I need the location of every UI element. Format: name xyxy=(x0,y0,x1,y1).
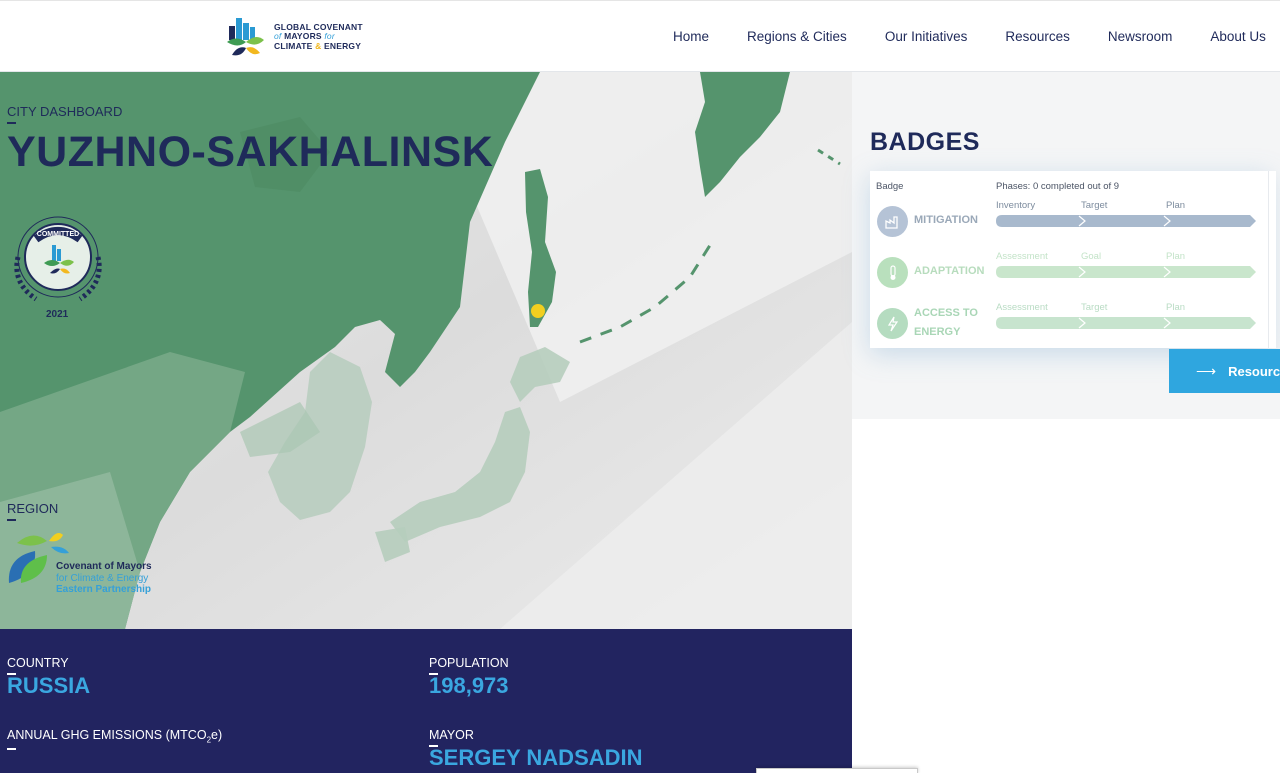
nav-about-us[interactable]: About Us xyxy=(1210,29,1266,44)
nav-newsroom[interactable]: Newsroom xyxy=(1108,29,1173,44)
logo-amp: & xyxy=(315,40,322,51)
population-value: 198,973 xyxy=(429,673,509,698)
committed-badge-year: 2021 xyxy=(46,309,69,320)
region-label: REGION xyxy=(7,501,58,521)
mayor-value: SERGEY NADSADIN xyxy=(429,745,643,770)
city-name-title: YUZHNO-SAKHALINSK xyxy=(7,128,494,176)
badges-card: Badge Phases: 0 completed out of 9 MITIG… xyxy=(870,171,1276,348)
region-logo-line-1: Covenant of Mayors xyxy=(56,561,152,572)
covenant-logo-icon xyxy=(224,15,268,59)
phases-summary: Phases: 0 completed out of 9 xyxy=(996,181,1120,192)
site-logo[interactable]: GLOBAL COVENANT of MAYORS for CLIMATE & … xyxy=(224,15,363,59)
emissions-field: ANNUAL GHG EMISSIONS (MTCO2e) xyxy=(7,728,222,750)
nav-our-initiatives[interactable]: Our Initiatives xyxy=(885,29,968,44)
emissions-label-end: e) xyxy=(211,728,223,742)
logo-mayors: MAYORS xyxy=(284,31,322,42)
mitigation-phase-3: Plan xyxy=(1166,200,1186,211)
logo-for: for xyxy=(324,31,335,42)
city-marker-icon xyxy=(531,304,545,318)
logo-climate: CLIMATE xyxy=(274,40,313,51)
mitigation-phase-2: Target xyxy=(1081,200,1108,211)
badge-row-access-to-energy[interactable]: ACCESS TO ENERGY Assessment Target Plan xyxy=(870,302,1270,348)
eastern-partnership-logo-text: Covenant of Mayors for Climate & Energy … xyxy=(56,561,152,596)
city-dashboard-label: CITY DASHBOARD xyxy=(7,104,122,124)
emissions-label: ANNUAL GHG EMISSIONS (MTCO2e) xyxy=(7,728,222,750)
factory-icon xyxy=(877,206,908,237)
country-value: RUSSIA xyxy=(7,673,91,698)
badge-column-header: Badge xyxy=(876,181,904,192)
population-field: POPULATION 198,973 xyxy=(429,656,509,699)
badge-row-mitigation[interactable]: MITIGATION Inventory Target Plan xyxy=(870,200,1270,246)
logo-wordmark: GLOBAL COVENANT of MAYORS for CLIMATE & … xyxy=(274,22,363,52)
mitigation-phase-1: Inventory xyxy=(996,200,1036,211)
main-nav: Home Regions & Cities Our Initiatives Re… xyxy=(673,29,1280,44)
resources-button-label: Resources xyxy=(1228,363,1280,379)
svg-text:COMMITTED: COMMITTED xyxy=(37,231,79,238)
card-divider xyxy=(1268,171,1276,348)
page: GLOBAL COVENANT of MAYORS for CLIMATE & … xyxy=(0,0,1280,773)
access-phase-2: Target xyxy=(1081,302,1108,313)
city-info-panel: COUNTRY RUSSIA POPULATION 198,973 ANNUAL… xyxy=(0,629,852,773)
nav-regions-cities[interactable]: Regions & Cities xyxy=(747,29,847,44)
adaptation-phase-1: Assessment xyxy=(996,251,1048,262)
arrow-right-icon: ⟶ xyxy=(1196,362,1217,379)
badge-row-adaptation[interactable]: ADAPTATION Assessment Goal Plan xyxy=(870,251,1270,297)
access-phase-1: Assessment xyxy=(996,302,1048,313)
region-logo-line-2: for Climate & Energy xyxy=(56,572,149,584)
adaptation-phase-2: Goal xyxy=(1081,251,1102,262)
lightning-icon xyxy=(877,308,908,339)
adaptation-phase-3: Plan xyxy=(1166,251,1186,262)
badge-name-adaptation: ADAPTATION xyxy=(914,265,985,277)
logo-energy: ENERGY xyxy=(324,40,362,51)
logo-of: of xyxy=(274,31,282,42)
mayor-field: MAYOR SERGEY NADSADIN xyxy=(429,728,643,771)
bottom-popup-edge[interactable] xyxy=(756,768,918,773)
site-header: GLOBAL COVENANT of MAYORS for CLIMATE & … xyxy=(0,0,1280,72)
badges-title: BADGES xyxy=(870,128,980,156)
emissions-label-main: ANNUAL GHG EMISSIONS (MTCO xyxy=(7,728,207,742)
nav-resources[interactable]: Resources xyxy=(1005,29,1070,44)
region-logo-line-3: Eastern Partnership xyxy=(56,584,152,595)
badge-name-access-to-energy: ACCESS TO ENERGY xyxy=(914,304,978,342)
badge-name-access-line-1: ACCESS TO xyxy=(914,307,978,319)
mitigation-progress-bar xyxy=(996,215,1256,227)
nav-home[interactable]: Home xyxy=(673,29,709,44)
city-map-hero: CITY DASHBOARD YUZHNO-SAKHALINSK COMMITT… xyxy=(0,72,852,629)
badge-name-mitigation: MITIGATION xyxy=(914,214,978,226)
committed-badge-icon: COMMITTED xyxy=(6,207,110,307)
access-progress-bar xyxy=(996,317,1256,329)
thermometer-icon xyxy=(877,257,908,288)
country-field: COUNTRY RUSSIA xyxy=(7,656,90,699)
badge-name-access-line-2: ENERGY xyxy=(914,326,961,338)
access-phase-3: Plan xyxy=(1166,302,1186,313)
adaptation-progress-bar xyxy=(996,266,1256,278)
logo-line-3: CLIMATE & ENERGY xyxy=(274,40,363,52)
resources-button[interactable]: ⟶ Resources xyxy=(1169,349,1280,393)
